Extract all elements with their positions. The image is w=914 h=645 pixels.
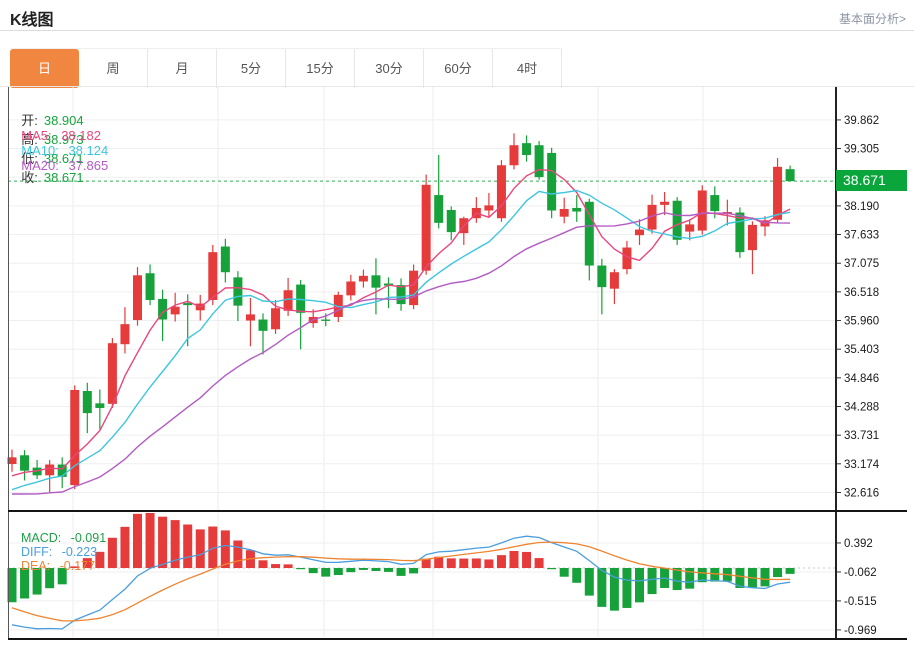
ma10-readout: MA10: 38.124 <box>21 143 114 158</box>
tab-5分[interactable]: 5分 <box>217 49 286 88</box>
svg-text:35.403: 35.403 <box>844 344 879 356</box>
diff-value: DIFF: -0.223 <box>21 545 103 559</box>
panel-separator <box>8 510 907 513</box>
svg-text:33.174: 33.174 <box>844 459 880 471</box>
tab-周[interactable]: 周 <box>79 49 148 88</box>
page-title: K线图 <box>10 6 54 30</box>
ma20-line <box>12 213 790 494</box>
svg-text:34.846: 34.846 <box>844 373 879 385</box>
fundamental-analysis-link[interactable]: 基本面分析> <box>839 10 906 27</box>
tab-30分[interactable]: 30分 <box>355 49 424 88</box>
svg-text:37.633: 37.633 <box>844 230 879 242</box>
macd-readout: MACD: -0.091 DIFF: -0.223 DEA: -0.177 <box>14 517 118 573</box>
svg-text:-0.515: -0.515 <box>844 596 877 608</box>
svg-text:34.288: 34.288 <box>844 402 879 414</box>
svg-text:33.731: 33.731 <box>844 430 879 442</box>
macd-value: MACD: -0.091 <box>21 531 112 545</box>
macd-panel[interactable]: 0.392 -0.062 -0.515 -0.969 <box>0 513 914 638</box>
svg-text:39.305: 39.305 <box>844 144 879 156</box>
ma5-readout: MA5: 38.182 <box>21 128 107 143</box>
svg-text:39.862: 39.862 <box>844 115 879 127</box>
svg-text:36.518: 36.518 <box>844 287 879 299</box>
main-gridlines <box>8 87 835 510</box>
tab-bar: 日周月5分15分30分60分4时 <box>10 48 562 88</box>
tab-15分[interactable]: 15分 <box>286 49 355 88</box>
tab-60分[interactable]: 60分 <box>424 49 493 88</box>
svg-text:-0.969: -0.969 <box>844 625 877 637</box>
tab-月[interactable]: 月 <box>148 49 217 88</box>
tab-日[interactable]: 日 <box>10 49 79 88</box>
main-candlestick-chart[interactable]: 39.86239.30538.74738.19037.63337.07536.5… <box>0 87 914 511</box>
title-divider <box>0 30 914 31</box>
candles-layer <box>8 133 795 493</box>
ma20-readout: MA20: 37.865 <box>21 158 114 173</box>
svg-text:-0.062: -0.062 <box>844 567 877 579</box>
macd-y-axis: 0.392 -0.062 -0.515 -0.969 <box>835 538 877 637</box>
macd-histogram <box>8 513 795 611</box>
bottom-spine <box>8 638 907 641</box>
svg-text:0.392: 0.392 <box>844 538 873 550</box>
kline-page: { "header": { "title": "K线图", "link": "基… <box>0 0 914 645</box>
current-price-badge: 38.671 <box>836 170 907 191</box>
ma-readout: MA5: 38.182 MA10: 38.124 MA20: 37.865 <box>14 113 120 173</box>
svg-text:35.960: 35.960 <box>844 316 879 328</box>
svg-text:38.190: 38.190 <box>844 201 879 213</box>
dea-value: DEA: -0.177 <box>21 559 101 573</box>
left-axis-spine <box>8 87 9 640</box>
svg-text:32.616: 32.616 <box>844 488 879 500</box>
tab-4时[interactable]: 4时 <box>493 49 562 88</box>
svg-text:37.075: 37.075 <box>844 258 879 270</box>
